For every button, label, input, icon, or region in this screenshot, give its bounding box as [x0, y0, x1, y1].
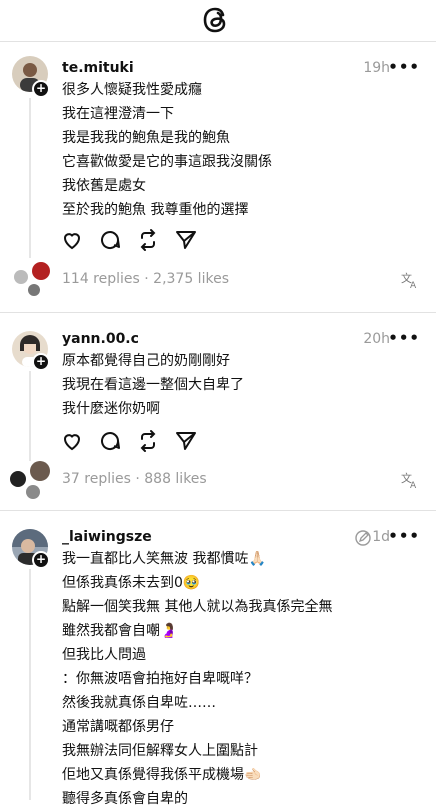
svg-text:A: A [410, 281, 417, 290]
post-text-line: 我是我我的鮑魚是我的鮑魚 [62, 130, 230, 146]
thread-line [29, 371, 31, 461]
post-stats[interactable]: 114 replies · 2,375 likes [62, 271, 229, 287]
svg-text:A: A [410, 481, 417, 490]
post-text-line: 我在這裡澄清一下 [62, 106, 174, 122]
follow-plus-icon[interactable]: + [32, 551, 50, 569]
thread-line [29, 569, 31, 800]
comment-icon[interactable] [98, 429, 122, 453]
post-text-line: 但我比人問過 [62, 647, 146, 663]
post-text-line: 它喜歡做愛是它的事這跟我沒關係 [62, 154, 272, 170]
thread-line [29, 98, 31, 258]
thread-post[interactable]: + yann.00.c 20h ••• 原本都覺得自己的奶剛剛好 我現在看這邊一… [0, 313, 436, 510]
post-text-line: 很多人懷疑我性愛成癮 [62, 82, 202, 98]
share-icon[interactable] [174, 429, 198, 453]
username[interactable]: _laiwingsze [62, 529, 152, 545]
post-text-line: 我現在看這邊一整個大自卑了 [62, 377, 244, 393]
more-icon[interactable]: ••• [388, 527, 420, 545]
post-body: 我一直都比人笑無波 我都慣咗🙏🏻 但係我真係未去到0🥹 點解一個笑我無 其他人就… [62, 547, 332, 811]
replier-avatar [32, 262, 50, 280]
username[interactable]: yann.00.c [62, 331, 139, 347]
more-icon[interactable]: ••• [388, 329, 420, 347]
timestamp: 20h [363, 331, 390, 347]
post-text-line: 我依舊是處女 [62, 178, 146, 194]
thread-post[interactable]: + _laiwingsze 1d ••• 我一直都比人笑無波 我都慣咗🙏🏻 但係… [0, 511, 436, 807]
username[interactable]: te.mituki [62, 60, 134, 76]
post-text-line: 雖然我都會自嘲🤰 [62, 623, 178, 639]
post-text-line: 我什麼迷你奶啊 [62, 401, 160, 417]
post-text-line: ：你無波唔會拍拖好自卑嘅咩？ [62, 671, 258, 687]
post-text-line: 我一直都比人笑無波 我都慣咗🙏🏻 [62, 551, 266, 567]
comment-icon[interactable] [98, 228, 122, 252]
follow-plus-icon[interactable]: + [32, 80, 50, 98]
replier-avatar [10, 471, 26, 487]
post-text-line: 但係我真係未去到0🥹 [62, 575, 201, 591]
post-body: 很多人懷疑我性愛成癮 我在這裡澄清一下 我是我我的鮑魚是我的鮑魚 它喜歡做愛是它… [62, 78, 272, 222]
post-text-line: 至於我的鮑魚 我尊重他的選擇 [62, 202, 249, 218]
heart-icon[interactable] [60, 228, 84, 252]
post-text-line: 我無辦法同佢解釋女人上圍點計 [62, 743, 258, 759]
share-icon[interactable] [174, 228, 198, 252]
replier-avatar [30, 461, 50, 481]
post-text-line: 點解一個笑我無 其他人就以為我真係完全無 [62, 599, 333, 615]
post-text-line: 通常講嘅都係男仔 [62, 719, 174, 735]
replier-avatar [14, 270, 28, 284]
repost-icon[interactable] [136, 228, 160, 252]
post-text-line: 然後我就真係自卑咗…… [62, 695, 216, 711]
replier-avatar [28, 284, 40, 296]
top-bar [0, 0, 436, 40]
edited-icon [355, 530, 371, 546]
translate-icon[interactable]: 文 A [400, 270, 420, 290]
post-text-line: 聽得多真係會自卑的 [62, 791, 188, 807]
timestamp: 19h [363, 60, 390, 76]
follow-plus-icon[interactable]: + [32, 353, 50, 371]
post-stats[interactable]: 37 replies · 888 likes [62, 471, 207, 487]
more-icon[interactable]: ••• [388, 58, 420, 76]
post-text-line: 原本都覺得自己的奶剛剛好 [62, 353, 230, 369]
thread-post[interactable]: + te.mituki 19h ••• 很多人懷疑我性愛成癮 我在這裡澄清一下 … [0, 42, 436, 312]
action-bar [60, 429, 198, 453]
repost-icon[interactable] [136, 429, 160, 453]
heart-icon[interactable] [60, 429, 84, 453]
translate-icon[interactable]: 文 A [400, 470, 420, 490]
threads-logo-icon[interactable] [199, 3, 233, 37]
post-text-line: 佢地又真係覺得我係平成機場🫲🏻 [62, 767, 262, 783]
replier-avatar [26, 485, 40, 499]
post-body: 原本都覺得自己的奶剛剛好 我現在看這邊一整個大自卑了 我什麼迷你奶啊 [62, 349, 244, 421]
action-bar [60, 228, 198, 252]
